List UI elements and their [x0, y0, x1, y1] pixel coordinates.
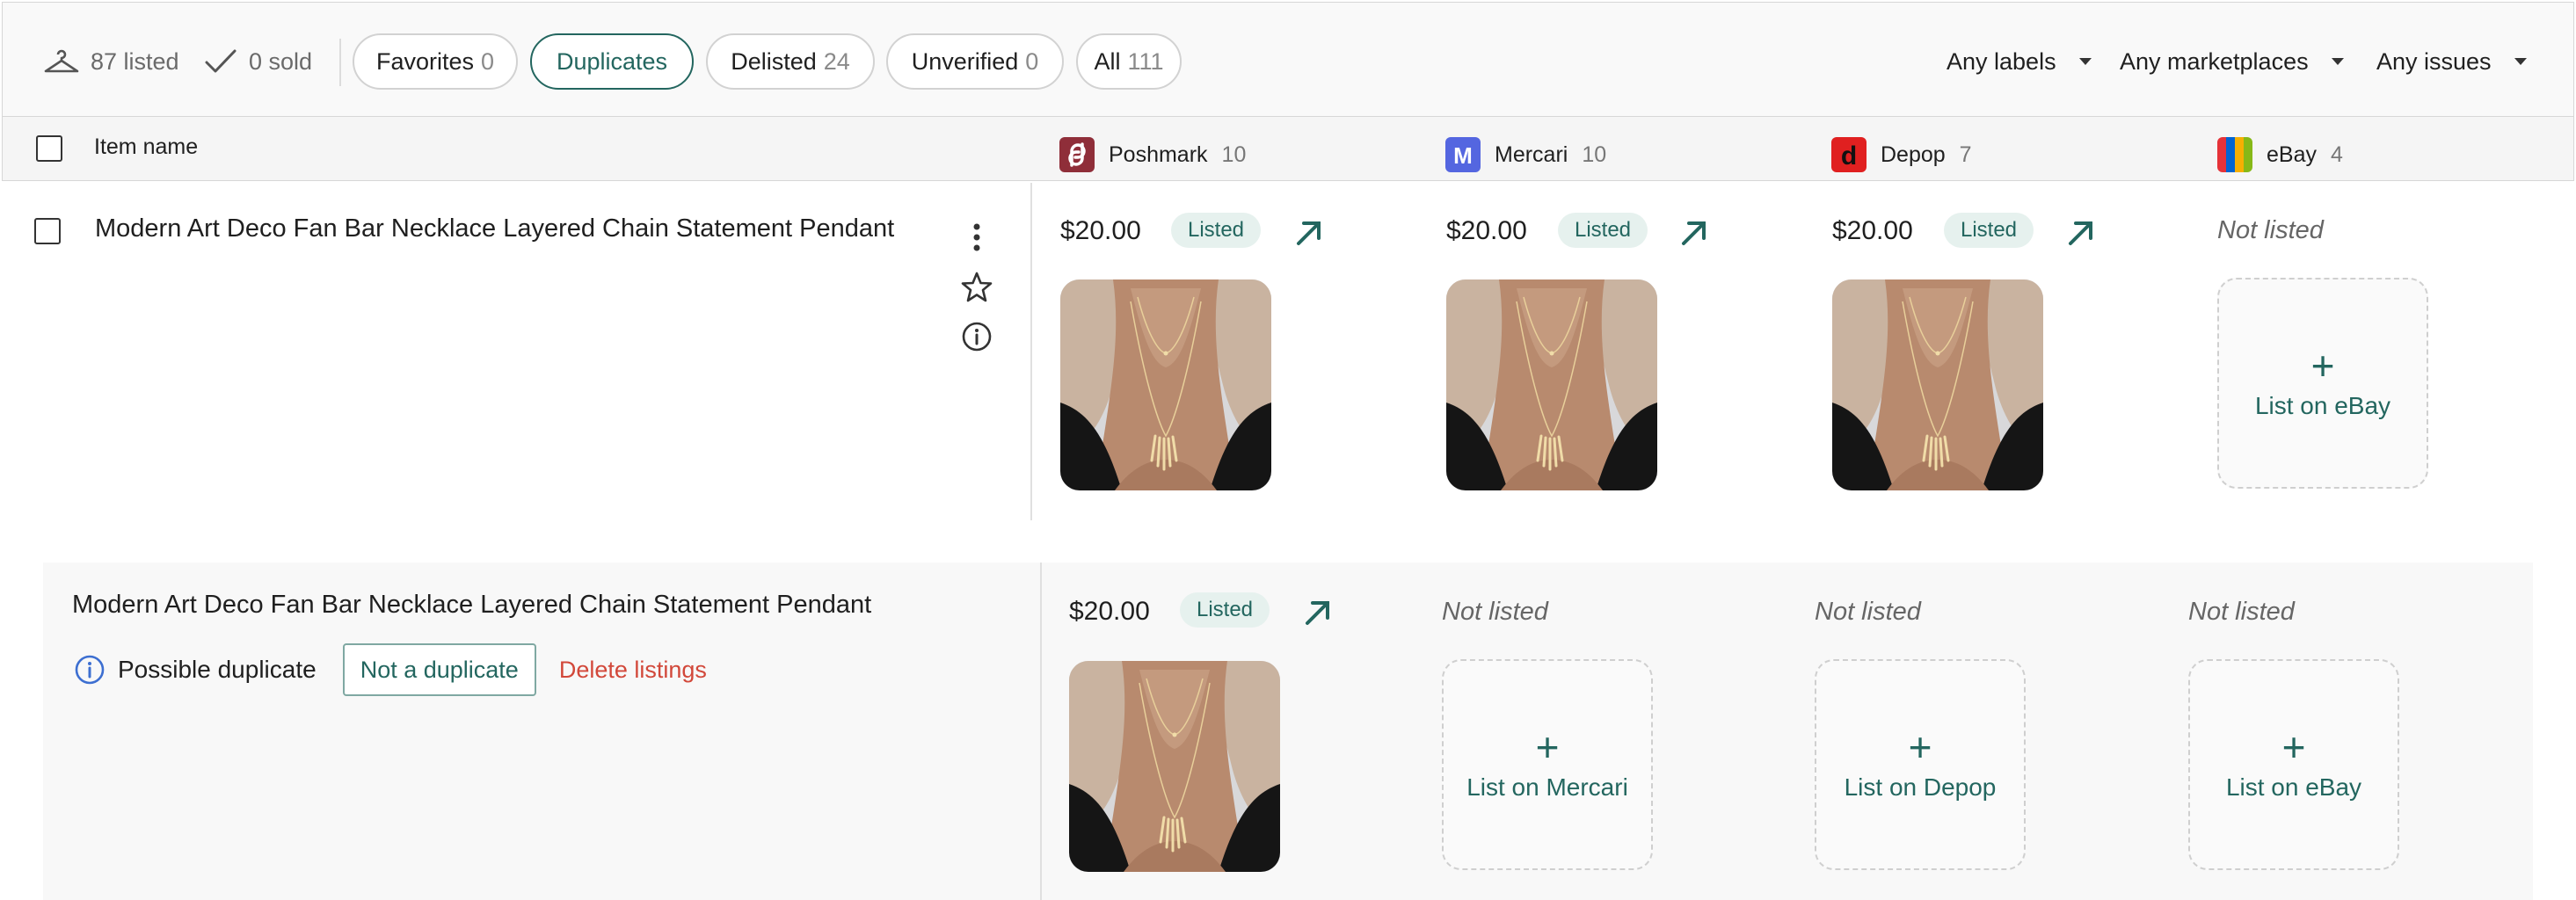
item-name-header: Item name — [94, 134, 199, 159]
poshmark-price: $20.00 — [1060, 216, 1141, 245]
filter-count: 111 — [1127, 47, 1164, 75]
poshmark-price: $20.00 — [1069, 597, 1150, 626]
list-action-label: List on eBay — [2225, 773, 2362, 801]
column-divider — [1030, 183, 1032, 520]
plus-icon: + — [2310, 343, 2335, 388]
status-badge: Listed — [1171, 213, 1261, 248]
marketplaces-dropdown[interactable]: Any marketplaces — [2120, 45, 2344, 78]
filter-delisted[interactable]: Delisted 24 — [706, 33, 875, 90]
hanger-icon — [43, 47, 91, 76]
ebay-not-listed: Not listed — [2188, 598, 2295, 626]
listed-stat: 87 listed — [43, 45, 179, 78]
list-on-mercari-button[interactable]: + List on Mercari — [1442, 659, 1653, 870]
mercari-not-listed: Not listed — [1442, 598, 1548, 626]
filter-label: Duplicates — [556, 47, 668, 75]
marketplace-count: 10 — [1221, 142, 1247, 167]
column-divider — [1040, 562, 1042, 900]
open-external-arrow-icon[interactable] — [1303, 598, 1333, 628]
depop-price: $20.00 — [1832, 216, 1913, 245]
depop-item-photo[interactable] — [1832, 279, 2043, 490]
list-on-depop-button[interactable]: + List on Depop — [1815, 659, 2026, 870]
duplicate-item-title[interactable]: Modern Art Deco Fan Bar Necklace Layered… — [72, 591, 871, 620]
row-checkbox[interactable] — [34, 218, 61, 244]
duplicate-actions: Possible duplicate Not a duplicate Delet… — [74, 643, 707, 696]
marketplace-name: Poshmark — [1109, 142, 1208, 167]
info-icon[interactable] — [961, 321, 993, 352]
select-all-checkbox[interactable] — [36, 135, 62, 162]
status-badge: Listed — [1180, 592, 1270, 628]
check-icon — [203, 47, 249, 76]
list-action-label: List on Depop — [1844, 773, 1997, 801]
svg-text:M: M — [1453, 142, 1473, 169]
filter-label: Delisted — [731, 47, 817, 75]
mercari-logo-icon: M — [1445, 137, 1481, 172]
depop-not-listed: Not listed — [1815, 598, 1921, 626]
more-options-icon[interactable] — [964, 221, 990, 253]
sold-stat: 0 sold — [203, 45, 312, 78]
filter-all[interactable]: All 111 — [1076, 33, 1182, 90]
marketplace-name: Mercari — [1495, 142, 1568, 167]
ebay-header: eBay 4 — [2217, 136, 2343, 173]
info-icon — [74, 654, 106, 686]
marketplace-count: 10 — [1582, 142, 1607, 167]
ebay-logo-icon — [2217, 137, 2252, 172]
item-title[interactable]: Modern Art Deco Fan Bar Necklace Layered… — [95, 214, 894, 243]
filter-unverified[interactable]: Unverified 0 — [886, 33, 1064, 90]
mercari-header: M Mercari 10 — [1445, 136, 1606, 173]
poshmark-item-photo[interactable] — [1069, 661, 1280, 872]
list-action-label: List on eBay — [2254, 392, 2391, 419]
open-external-arrow-icon[interactable] — [1679, 218, 1709, 248]
poshmark-logo-icon — [1059, 137, 1095, 172]
filter-favorites[interactable]: Favorites 0 — [353, 33, 518, 90]
table-header — [2, 116, 2574, 181]
status-badge: Listed — [1558, 213, 1648, 248]
open-external-arrow-icon[interactable] — [2066, 218, 2096, 248]
plus-icon: + — [1908, 724, 1932, 770]
marketplace-name: eBay — [2267, 142, 2317, 167]
list-on-ebay-button[interactable]: + List on eBay — [2217, 278, 2428, 489]
filter-count: 0 — [481, 47, 495, 75]
dropdown-label: Any issues — [2376, 47, 2492, 75]
not-a-duplicate-button[interactable]: Not a duplicate — [342, 643, 536, 696]
ebay-not-listed: Not listed — [2217, 216, 2324, 244]
plus-icon: + — [1535, 724, 1560, 770]
status-badge: Listed — [1944, 213, 2034, 248]
list-action-label: List on Mercari — [1466, 773, 1628, 801]
issues-dropdown[interactable]: Any issues — [2376, 45, 2527, 78]
labels-dropdown[interactable]: Any labels — [1947, 45, 2092, 78]
marketplace-count: 7 — [1959, 142, 1972, 167]
poshmark-item-photo[interactable] — [1060, 279, 1271, 490]
filter-count: 24 — [823, 47, 850, 75]
marketplace-name: Depop — [1881, 142, 1946, 167]
filter-count: 0 — [1025, 47, 1039, 75]
sold-count: 0 sold — [249, 47, 313, 75]
mercari-item-photo[interactable] — [1446, 279, 1657, 490]
caret-down-icon — [2331, 58, 2344, 65]
depop-logo-icon: d — [1831, 137, 1867, 172]
depop-header: d Depop 7 — [1831, 136, 1972, 173]
delete-listings-button[interactable]: Delete listings — [559, 657, 707, 684]
plus-icon: + — [2281, 724, 2306, 770]
listed-count: 87 listed — [91, 47, 179, 75]
filter-label: Favorites — [375, 47, 474, 75]
possible-duplicate-label: Possible duplicate — [118, 656, 317, 683]
list-on-ebay-button[interactable]: + List on eBay — [2188, 659, 2399, 870]
filter-label: Unverified — [911, 47, 1019, 75]
toolbar-divider — [339, 39, 341, 86]
poshmark-header: Poshmark 10 — [1059, 136, 1246, 173]
caret-down-icon — [2078, 58, 2092, 65]
open-external-arrow-icon[interactable] — [1294, 218, 1324, 248]
filter-duplicates[interactable]: Duplicates — [530, 33, 694, 90]
mercari-price: $20.00 — [1446, 216, 1527, 245]
dropdown-label: Any marketplaces — [2120, 47, 2309, 75]
dropdown-label: Any labels — [1947, 47, 2056, 75]
svg-text:d: d — [1841, 142, 1857, 171]
filter-toolbar: 87 listed 0 sold Favorites 0 Duplicates D… — [2, 2, 2574, 116]
caret-down-icon — [2514, 58, 2527, 65]
filter-label: All — [1094, 47, 1121, 75]
favorite-star-icon[interactable] — [960, 271, 993, 304]
marketplace-count: 4 — [2330, 142, 2343, 167]
